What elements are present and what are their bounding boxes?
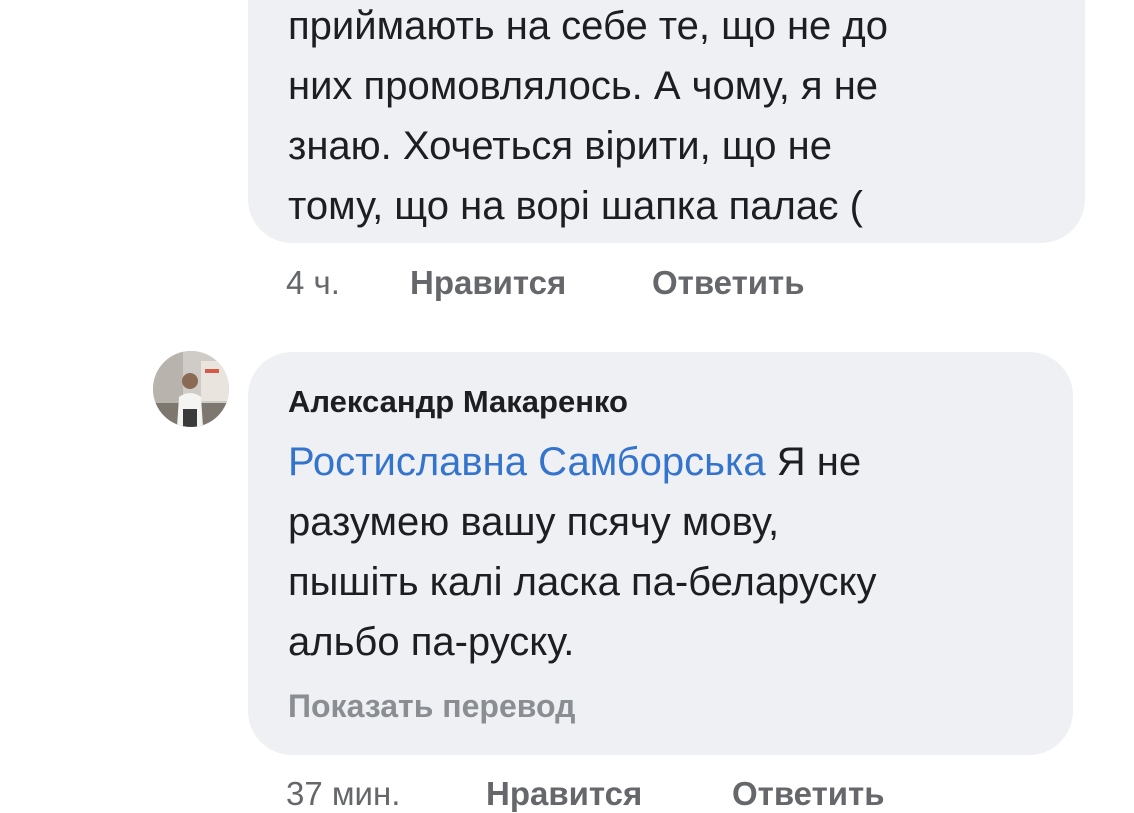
reply-button[interactable]: Ответить — [652, 264, 805, 302]
comment-text-line: знаю. Хочеться вірити, що не — [288, 124, 832, 168]
show-translation-link[interactable]: Показать перевод — [288, 684, 1033, 728]
comment-text-line: Ростиславна Самборська Я не — [288, 432, 1033, 492]
like-button[interactable]: Нравится — [410, 264, 566, 302]
comment-text-line: них промовлялось. А чому, я не — [288, 64, 879, 108]
comment-text-line: альбо па-руску. — [288, 620, 575, 664]
mention-link[interactable]: Ростиславна Самборська — [288, 440, 766, 484]
comment-text-line: разумею вашу псячу мову, — [288, 500, 780, 544]
comment-bubble: Александр Макаренко Ростиславна Самборсь… — [248, 352, 1073, 755]
like-button[interactable]: Нравится — [486, 775, 642, 813]
comment-author-name[interactable]: Александр Макаренко — [288, 378, 1033, 426]
comment-bubble: приймають на себе те, що не до них промо… — [248, 0, 1085, 243]
comment-text-line: пышіть калі ласка па-беларуску — [288, 560, 877, 604]
comment-text-line: тому, що на ворі шапка палає ( — [288, 184, 863, 228]
comment-timestamp[interactable]: 37 мин. — [286, 775, 400, 813]
comment-text-line: приймають на себе те, що не до — [288, 4, 888, 48]
comment-text: Я не — [765, 440, 862, 484]
reply-button[interactable]: Ответить — [732, 775, 885, 813]
avatar-photo — [153, 351, 229, 427]
comment-timestamp[interactable]: 4 ч. — [286, 264, 340, 302]
avatar[interactable] — [153, 351, 229, 427]
